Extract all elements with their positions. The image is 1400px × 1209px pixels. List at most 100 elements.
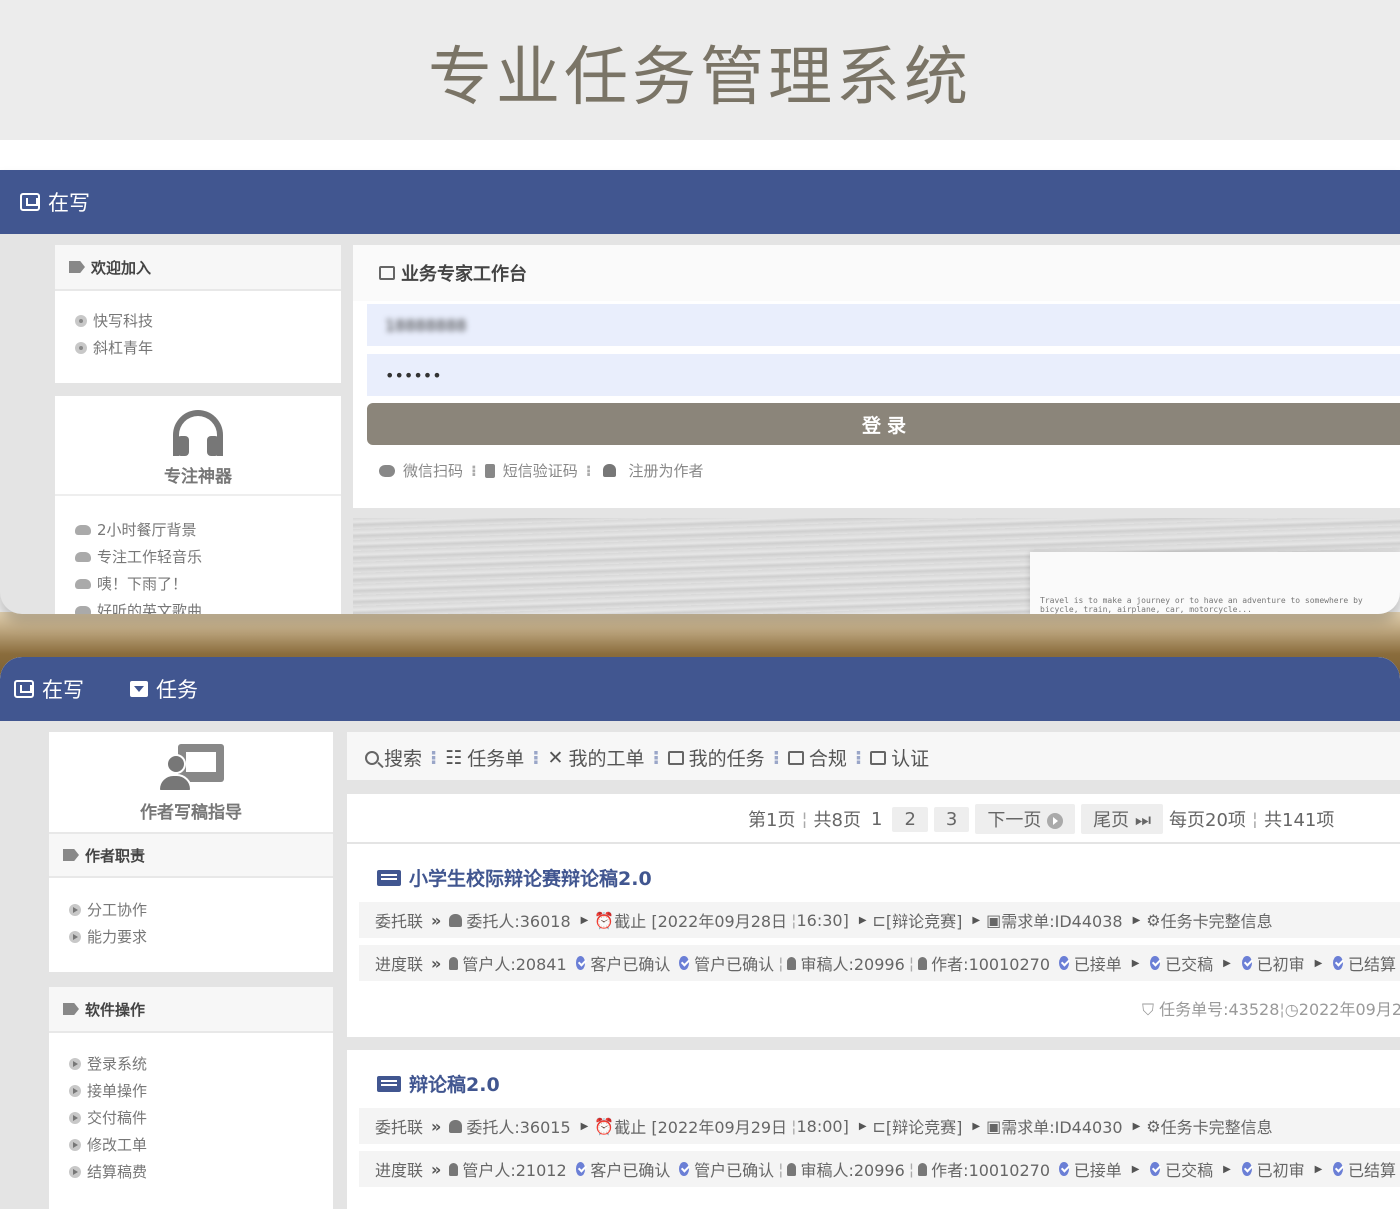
next-page-button[interactable]: 下一页 [975, 804, 1076, 834]
user-icon [787, 1162, 797, 1176]
check-badge-icon [575, 1162, 586, 1176]
divider [0, 140, 1400, 170]
music-item[interactable]: 2小时餐厅背景 [55, 516, 341, 543]
password-input[interactable] [385, 365, 1400, 385]
check-badge-icon [1059, 956, 1069, 970]
play-bullet-icon [69, 1057, 81, 1070]
software-link[interactable]: 修改工单 [49, 1131, 333, 1158]
task-card-info-link[interactable]: 任务卡完整信息 [1161, 908, 1273, 932]
tab-my-tasks[interactable]: 我的任务 [667, 744, 765, 771]
author-id: 作者:10010270 [931, 955, 1051, 974]
deadline-time: 16:30] [796, 910, 849, 930]
nav-brand-label: 在写 [48, 191, 90, 215]
software-link[interactable]: 交付稿件 [49, 1104, 333, 1131]
focus-panel-title: 专注神器 [164, 467, 232, 487]
status-reviewed: 已初审 [1256, 955, 1305, 974]
task-title[interactable]: 辩论稿2.0 [377, 1070, 500, 1097]
commission-row: 委托联» 委托人:36015 ▶ ⏰ 截止 [2022年09月29日 ¦ 18:00] ▶… [359, 1108, 1400, 1144]
software-link-label: 接单操作 [87, 1082, 148, 1100]
sitemap-icon: ⊏ [872, 910, 886, 930]
last-page-button[interactable]: 尾页 ⏭ [1081, 804, 1164, 834]
list-icon: ☷ [445, 746, 463, 769]
user-icon [918, 956, 928, 970]
manager-id: 管户人:21012 [462, 1161, 567, 1180]
check-badge-icon [1150, 1162, 1161, 1176]
password-field[interactable] [367, 354, 1400, 396]
software-link[interactable]: 结算稿费 [49, 1158, 333, 1185]
music-item[interactable]: 好听的英文歌曲 [55, 597, 341, 614]
total-items: 共141项 [1264, 810, 1335, 831]
user-icon [787, 956, 797, 970]
tab-my-orders-label: 我的工单 [568, 748, 645, 770]
image-icon: ▣ [986, 1116, 1002, 1136]
tab-search[interactable]: 搜索 [365, 744, 422, 771]
status-reviewed: 已初审 [1256, 1161, 1305, 1180]
music-item[interactable]: 咦！下雨了！ [55, 570, 341, 597]
manager-id: 管户人:20841 [462, 955, 567, 974]
register-author-link[interactable]: 注册为作者 [628, 460, 703, 481]
client-id[interactable]: 委托人:36015 [466, 1114, 570, 1138]
software-link-label: 结算稿费 [87, 1163, 148, 1181]
welcome-panel-header: 欢迎加入 [55, 245, 341, 291]
tab-my-orders[interactable]: ✕ 我的工单 [548, 744, 645, 771]
check-badge-icon [1333, 956, 1343, 970]
software-link-label: 交付稿件 [87, 1109, 148, 1127]
status-submitted: 已交稿 [1165, 955, 1214, 974]
duty-link[interactable]: 分工协作 [49, 896, 333, 923]
tab-my-tasks-label: 我的任务 [688, 748, 765, 770]
check-badge-icon [679, 1162, 690, 1176]
duty-link[interactable]: 能力要求 [49, 923, 333, 950]
guide-panel-title: 作者写稿指导 [140, 803, 242, 823]
tab-compliance[interactable]: 合规 [787, 744, 847, 771]
task-card-info-link[interactable]: 任务卡完整信息 [1161, 1114, 1273, 1138]
welcome-link[interactable]: 斜杠青年 [55, 334, 341, 361]
welcome-link[interactable]: 快写科技 [55, 307, 341, 334]
software-link[interactable]: 接单操作 [49, 1077, 333, 1104]
guide-panel-header[interactable]: 作者写稿指导 [49, 732, 333, 832]
task-title[interactable]: 小学生校际辩论赛辩论稿2.0 [377, 864, 652, 891]
caret-right-icon: ▶ [580, 914, 589, 926]
music-item-label: 咦！下雨了！ [97, 575, 188, 593]
page-3-button[interactable]: 3 [933, 806, 970, 832]
demand-link[interactable]: 需求单:ID44038 [1001, 908, 1122, 932]
username-input[interactable] [385, 315, 1400, 335]
sms-code-link[interactable]: 短信验证码 [503, 460, 578, 481]
nav-menu-tasks[interactable]: 任务 [130, 674, 198, 704]
separator: ⁝ [585, 461, 592, 480]
wechat-scan-link[interactable]: 微信扫码 [403, 460, 463, 481]
demand-link[interactable]: 需求单:ID44030 [1001, 1114, 1122, 1138]
client-id[interactable]: 委托人:36018 [466, 908, 570, 932]
music-item[interactable]: 专注工作轻音乐 [55, 543, 341, 570]
sitemap-icon: ⊏ [872, 1116, 886, 1136]
user-icon [449, 913, 463, 927]
tag-icon [63, 849, 79, 861]
music-item-label: 专注工作轻音乐 [97, 548, 203, 566]
status-submitted: 已交稿 [1165, 1161, 1214, 1180]
title-band: 专业任务管理系统 [0, 0, 1400, 140]
double-chevron-icon: » [431, 1116, 442, 1136]
username-field[interactable] [367, 304, 1400, 346]
software-link[interactable]: 登录系统 [49, 1050, 333, 1077]
login-button[interactable]: 登录 [367, 403, 1400, 445]
caret-right-icon: ▶ [1223, 1163, 1231, 1175]
welcome-panel-title: 欢迎加入 [91, 258, 152, 277]
row-label: 委托联 [375, 912, 424, 931]
tab-task-list[interactable]: ☷ 任务单 [445, 744, 524, 771]
software-panel: 软件操作 登录系统 接单操作 交付稿件 修改工单 结算稿费 [49, 987, 333, 1209]
nav-brand[interactable]: 在写 [14, 674, 84, 704]
play-bullet-icon [69, 1084, 81, 1097]
travel-note-text: Travel is to make a journey or to have a… [1040, 596, 1363, 614]
tab-task-list-label: 任务单 [467, 748, 525, 770]
search-icon [365, 750, 379, 765]
welcome-panel: 欢迎加入 快写科技 斜杠青年 [55, 245, 341, 383]
user-icon [449, 1162, 459, 1176]
status-accepted: 已接单 [1073, 955, 1122, 974]
status-manager-confirmed: 管户已确认 [694, 955, 775, 974]
page-2-button[interactable]: 2 [892, 806, 928, 832]
tab-certification[interactable]: 认证 [870, 744, 929, 771]
caret-right-icon: ▶ [972, 1120, 981, 1132]
nav-brand[interactable]: 在写 [20, 187, 90, 217]
task-title-text: 小学生校际辩论赛辩论稿2.0 [409, 868, 652, 890]
caret-right-icon: ▶ [1223, 957, 1231, 969]
caret-right-icon: ▶ [1132, 1120, 1141, 1132]
